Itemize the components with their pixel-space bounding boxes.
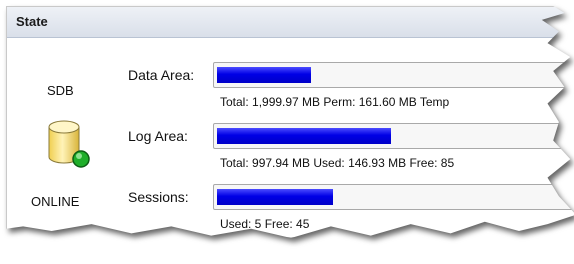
- data-area-label: Data Area:: [128, 67, 195, 83]
- data-area-fill: [217, 67, 311, 83]
- data-area-bar: [213, 62, 574, 88]
- sessions-detail: Used: 5 Free: 45: [220, 217, 310, 231]
- state-panel: State SDB ONLINE Data Area: Total: 1,999…: [6, 6, 574, 238]
- database-online-icon: [48, 120, 90, 168]
- log-area-detail: Total: 997.94 MB Used: 146.93 MB Free: 8…: [220, 156, 455, 170]
- sessions-label: Sessions:: [128, 189, 189, 205]
- panel-title: State: [16, 14, 48, 29]
- sessions-bar: [213, 184, 574, 210]
- log-area-bar: [213, 123, 574, 149]
- database-status: ONLINE: [31, 194, 80, 209]
- torn-screenshot-frame: State SDB ONLINE Data Area: Total: 1,999…: [0, 0, 574, 264]
- data-area-detail: Total: 1,999.97 MB Perm: 161.60 MB Temp: [220, 95, 450, 109]
- log-area-fill: [217, 128, 391, 144]
- panel-header: State: [7, 7, 574, 38]
- sessions-fill: [217, 189, 333, 205]
- database-name: SDB: [47, 83, 74, 98]
- log-area-label: Log Area:: [128, 128, 188, 144]
